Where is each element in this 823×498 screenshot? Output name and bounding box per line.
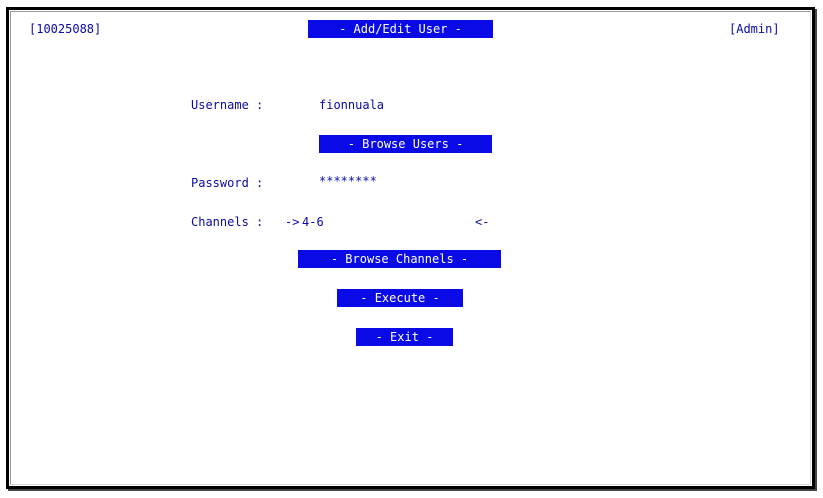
user-role-label: [Admin] bbox=[729, 22, 780, 36]
password-label: Password : bbox=[191, 176, 264, 190]
password-field[interactable]: ******** bbox=[319, 173, 377, 189]
browse-channels-button[interactable]: - Browse Channels - bbox=[298, 250, 501, 268]
username-field[interactable]: fionnuala bbox=[319, 97, 384, 113]
session-id-label: [10025088] bbox=[29, 22, 102, 36]
username-label: Username : bbox=[191, 98, 264, 112]
execute-button[interactable]: - Execute - bbox=[337, 289, 463, 307]
channels-label: Channels : bbox=[191, 215, 264, 229]
page-title: - Add/Edit User - bbox=[308, 20, 493, 38]
channels-field-end-marker: <- bbox=[475, 215, 490, 229]
channels-field-start-marker: -> bbox=[285, 215, 300, 229]
channels-field[interactable]: 4-6 bbox=[302, 214, 324, 230]
exit-button[interactable]: - Exit - bbox=[356, 328, 453, 346]
browse-users-button[interactable]: - Browse Users - bbox=[319, 135, 492, 153]
terminal-screen bbox=[10, 11, 811, 485]
